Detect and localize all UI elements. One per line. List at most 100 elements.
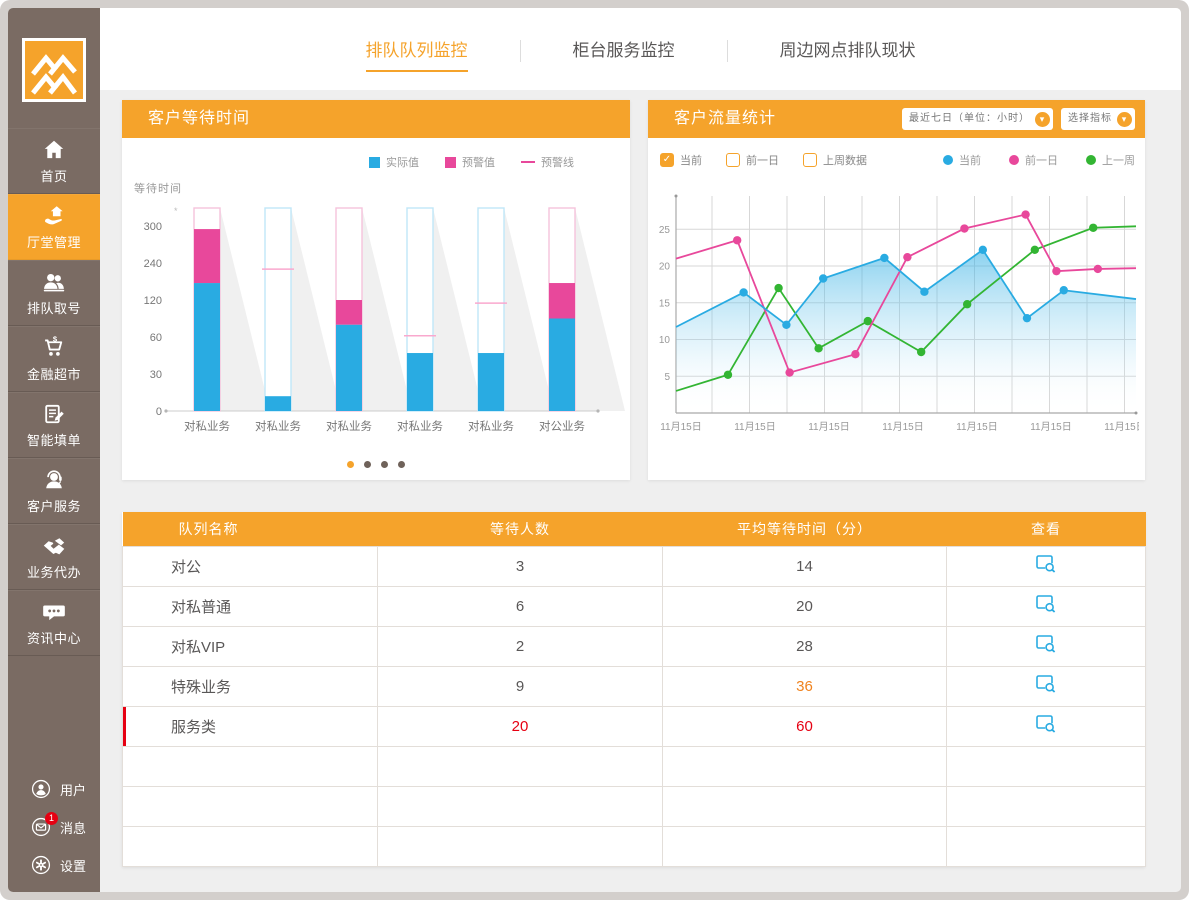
avg-wait-cell: 28 bbox=[663, 626, 947, 666]
tab-1[interactable]: 排队队列监控 bbox=[366, 36, 468, 72]
app-window: 首页厅堂管理排队取号$金融超市智能填单客户服务业务代办资讯中心 用户1消息设置 … bbox=[8, 8, 1181, 892]
legend-label: 上一周 bbox=[1102, 152, 1135, 168]
checkbox-2[interactable]: 前一日 bbox=[726, 152, 779, 168]
data-point bbox=[903, 253, 911, 261]
brand-logo bbox=[22, 38, 86, 102]
legend-swatch bbox=[369, 157, 380, 168]
checkbox-box[interactable]: ✓ bbox=[660, 153, 674, 167]
empty-cell bbox=[123, 746, 378, 786]
data-point bbox=[979, 246, 987, 254]
pagination-dot-1[interactable] bbox=[347, 461, 354, 468]
view-button[interactable] bbox=[1035, 674, 1057, 694]
tab-2[interactable]: 柜台服务监控 bbox=[573, 36, 675, 72]
view-button[interactable] bbox=[1035, 554, 1057, 574]
legend-swatch bbox=[521, 161, 535, 163]
sidebar-item-agency[interactable]: 业务代办 bbox=[8, 524, 100, 590]
sidebar-item-label: 资讯中心 bbox=[27, 628, 81, 647]
checkbox-box[interactable] bbox=[803, 153, 817, 167]
svg-text:对私业务: 对私业务 bbox=[397, 419, 443, 433]
queue-table: 队列名称等待人数平均等待时间（分）查看 对公314对私普通620对私VIP228… bbox=[122, 512, 1146, 867]
footer-item-label: 消息 bbox=[60, 818, 86, 837]
sidebar-item-form[interactable]: 智能填单 bbox=[8, 392, 100, 458]
avg-wait-cell: 14 bbox=[663, 546, 947, 586]
flow-panel-header: 客户流量统计 最近七日（单位：小时）▾ 选择指标 ▾ bbox=[648, 100, 1145, 138]
data-point bbox=[733, 236, 741, 244]
sidebar-item-service[interactable]: 客户服务 bbox=[8, 458, 100, 524]
sidebar-footer: 用户 1消息设置 bbox=[8, 770, 100, 884]
wait-time-panel: 客户等待时间 实际值预警值预警线 等待时间 *03060120240300对私业… bbox=[122, 100, 630, 480]
legend-label: 预警值 bbox=[462, 154, 495, 170]
table-header-row: 队列名称等待人数平均等待时间（分）查看 bbox=[123, 512, 1146, 546]
dropdown-label: 选择指标 bbox=[1068, 108, 1112, 130]
empty-cell bbox=[378, 746, 663, 786]
pagination-dot-2[interactable] bbox=[364, 461, 371, 468]
data-point bbox=[774, 284, 782, 292]
checkbox-3[interactable]: 上周数据 bbox=[803, 152, 867, 168]
chevron-down-icon: ▾ bbox=[1117, 112, 1132, 127]
waiting-count-cell: 20 bbox=[378, 706, 663, 746]
queue-name-cell: 对私普通 bbox=[123, 586, 378, 626]
checkbox-label: 前一日 bbox=[746, 152, 779, 168]
legend-swatch bbox=[445, 157, 456, 168]
checkbox-label: 上周数据 bbox=[823, 152, 867, 168]
empty-cell bbox=[663, 786, 947, 826]
home-icon bbox=[41, 137, 67, 163]
user-icon bbox=[30, 778, 52, 800]
data-point bbox=[1023, 314, 1031, 322]
sidebar-item-home[interactable]: 首页 bbox=[8, 128, 100, 194]
table-body: 对公314对私普通620对私VIP228特殊业务936服务类2060 bbox=[123, 546, 1146, 866]
checkbox-box[interactable] bbox=[726, 153, 740, 167]
data-point bbox=[1089, 224, 1097, 232]
data-point bbox=[819, 274, 827, 282]
footer-item-label: 用户 bbox=[60, 780, 86, 799]
sidebar-item-news[interactable]: 资讯中心 bbox=[8, 590, 100, 656]
table-row: 对私VIP228 bbox=[123, 626, 1146, 666]
svg-text:11月15日: 11月15日 bbox=[1030, 421, 1072, 433]
svg-text:30: 30 bbox=[150, 369, 162, 381]
service-icon bbox=[41, 467, 67, 493]
sidebar-footer-user[interactable]: 用户 bbox=[8, 770, 100, 808]
view-button[interactable] bbox=[1035, 714, 1057, 734]
legend-item: 当前 bbox=[943, 152, 981, 168]
data-point bbox=[963, 300, 971, 308]
view-button[interactable] bbox=[1035, 634, 1057, 654]
sidebar-footer-settings[interactable]: 设置 bbox=[8, 846, 100, 884]
empty-cell bbox=[123, 786, 378, 826]
tab-bar: 排队队列监控 柜台服务监控 周边网点排队现状 bbox=[100, 8, 1181, 90]
legend-item: 实际值 bbox=[369, 154, 419, 170]
svg-text:20: 20 bbox=[659, 262, 671, 273]
sidebar-item-label: 首页 bbox=[40, 166, 67, 185]
flow-panel-title: 客户流量统计 bbox=[674, 110, 776, 127]
tab-3[interactable]: 周边网点排队现状 bbox=[780, 36, 916, 72]
legend-item: 上一周 bbox=[1086, 152, 1135, 168]
wait-time-panel-title: 客户等待时间 bbox=[122, 100, 630, 138]
data-point bbox=[814, 344, 822, 352]
dropdown-1[interactable]: 最近七日（单位：小时）▾ bbox=[902, 108, 1053, 130]
sidebar-item-queue[interactable]: 排队取号 bbox=[8, 260, 100, 326]
pagination-dot-3[interactable] bbox=[381, 461, 388, 468]
data-point bbox=[782, 321, 790, 329]
sidebar-item-market[interactable]: $金融超市 bbox=[8, 326, 100, 392]
empty-cell bbox=[378, 786, 663, 826]
svg-text:11月15日: 11月15日 bbox=[808, 421, 850, 433]
empty-cell bbox=[663, 826, 947, 866]
legend-dot bbox=[1086, 155, 1096, 165]
table-header-2: 等待人数 bbox=[378, 512, 663, 546]
legend-dot bbox=[943, 155, 953, 165]
view-button[interactable] bbox=[1035, 594, 1057, 614]
legend-label: 前一日 bbox=[1025, 152, 1058, 168]
table-header-1: 队列名称 bbox=[123, 512, 378, 546]
data-point bbox=[739, 288, 747, 296]
svg-text:11月15日: 11月15日 bbox=[734, 421, 776, 433]
svg-text:25: 25 bbox=[659, 225, 671, 236]
handshake-icon bbox=[41, 533, 67, 559]
empty-cell bbox=[663, 746, 947, 786]
data-point bbox=[920, 288, 928, 296]
pagination-dot-4[interactable] bbox=[398, 461, 405, 468]
table-empty-row bbox=[123, 786, 1146, 826]
checkbox-1[interactable]: ✓当前 bbox=[660, 152, 702, 168]
sidebar-footer-message[interactable]: 1消息 bbox=[8, 808, 100, 846]
queue-icon bbox=[41, 269, 67, 295]
dropdown-2[interactable]: 选择指标 ▾ bbox=[1061, 108, 1135, 130]
sidebar-item-hall[interactable]: 厅堂管理 bbox=[8, 194, 100, 260]
